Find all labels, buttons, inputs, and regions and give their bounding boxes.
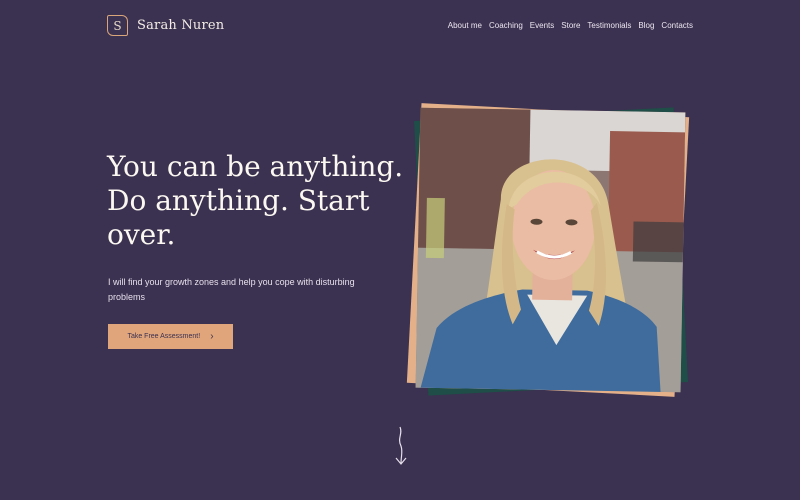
hero-subtext: I will find your growth zones and help y… xyxy=(108,277,355,302)
chevron-right-icon: › xyxy=(210,330,214,342)
nav-item-events[interactable]: Events xyxy=(530,21,554,30)
headline-line-1: You can be anything. xyxy=(107,150,404,183)
logo-mark-icon: S xyxy=(107,15,128,36)
take-assessment-button[interactable]: Take Free Assessment! › xyxy=(108,324,233,349)
nav-item-coaching[interactable]: Coaching xyxy=(489,21,523,30)
nav-item-testimonials[interactable]: Testimonials xyxy=(587,21,631,30)
logo-letter: S xyxy=(113,18,122,33)
nav-item-contacts[interactable]: Contacts xyxy=(661,21,693,30)
hero-headline: You can be anything. Do anything. Start … xyxy=(107,150,407,252)
cta-label: Take Free Assessment! xyxy=(127,333,201,340)
portrait-photo xyxy=(415,107,686,393)
nav-item-blog[interactable]: Blog xyxy=(638,21,654,30)
arrow-down-icon[interactable] xyxy=(393,426,409,466)
portrait-illustration xyxy=(415,107,686,393)
logo-text: Sarah Nuren xyxy=(137,18,225,33)
headline-line-3: over. xyxy=(107,218,176,251)
landing-page: S Sarah Nuren About me Coaching Events S… xyxy=(0,0,800,500)
nav-item-store[interactable]: Store xyxy=(561,21,580,30)
site-logo[interactable]: S Sarah Nuren xyxy=(107,15,224,36)
main-nav: About me Coaching Events Store Testimoni… xyxy=(448,21,693,30)
nav-item-about-me[interactable]: About me xyxy=(448,21,482,30)
headline-line-2: Do anything. Start xyxy=(107,184,370,217)
